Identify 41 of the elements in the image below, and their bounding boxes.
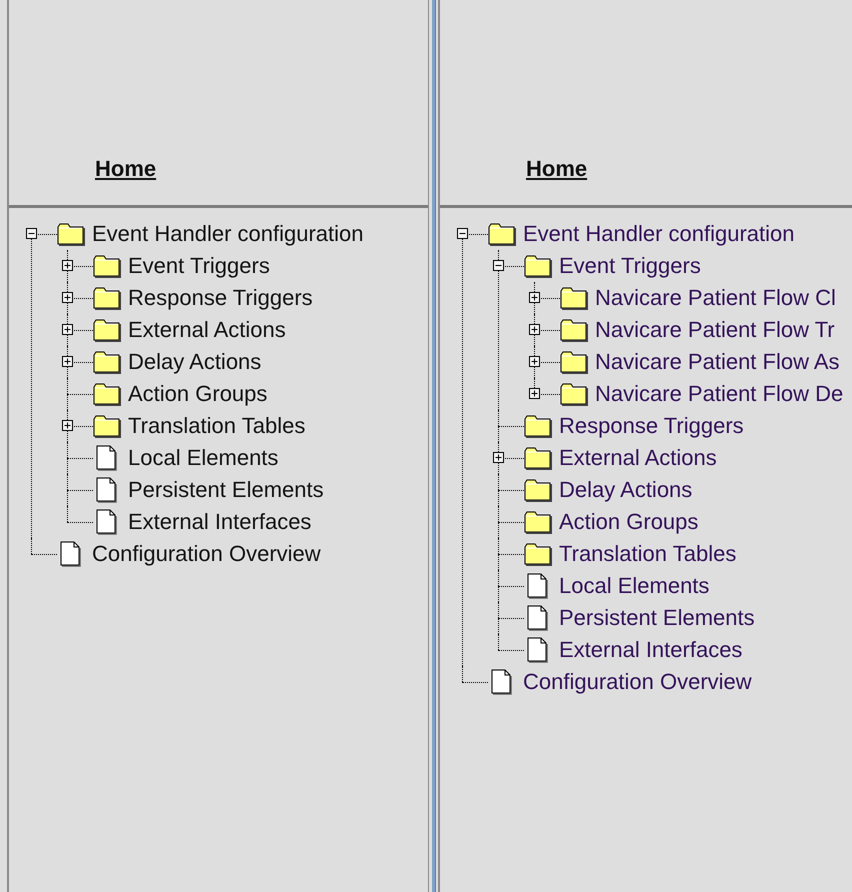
collapse-toggle[interactable] [457, 228, 468, 239]
tree-item[interactable]: Translation Tables [128, 415, 306, 437]
expand-toggle[interactable] [529, 356, 540, 367]
home-link[interactable]: Home [526, 152, 588, 185]
tree-item[interactable]: Translation Tables [559, 543, 736, 565]
expand-toggle[interactable] [529, 388, 540, 399]
tree-item[interactable]: Event Triggers [559, 255, 701, 277]
expand-toggle[interactable] [62, 260, 73, 271]
tree-item[interactable]: Action Groups [128, 383, 268, 405]
tree-item[interactable]: Configuration Overview [92, 543, 321, 565]
tree-item[interactable]: Navicare Patient Flow Cl [595, 287, 836, 309]
expand-toggle[interactable] [62, 420, 73, 431]
tree-item[interactable]: Configuration Overview [523, 671, 752, 693]
tree-item[interactable]: Delay Actions [559, 479, 692, 501]
expand-toggle[interactable] [493, 452, 504, 463]
tree-item[interactable]: Persistent Elements [559, 607, 755, 629]
home-link[interactable]: Home [95, 152, 156, 185]
tree-item[interactable]: Local Elements [128, 447, 278, 469]
tree-item[interactable]: Navicare Patient Flow De [595, 383, 844, 405]
tree-item[interactable]: Event Handler configuration [523, 223, 794, 245]
expand-toggle[interactable] [529, 292, 540, 303]
tree-item[interactable]: Local Elements [559, 575, 710, 597]
tree-item[interactable]: Action Groups [559, 511, 698, 533]
tree-item[interactable]: Response Triggers [559, 415, 744, 437]
tree-item[interactable]: Response Triggers [128, 287, 313, 309]
tree-item[interactable]: Event Triggers [128, 255, 270, 277]
tree-item[interactable]: External Interfaces [128, 511, 312, 533]
tree-item[interactable]: Persistent Elements [128, 479, 324, 501]
tree-item[interactable]: Navicare Patient Flow As [595, 351, 840, 373]
tree-item[interactable]: Navicare Patient Flow Tr [595, 319, 835, 341]
tree-item[interactable]: External Actions [559, 447, 717, 469]
tree-item[interactable]: External Interfaces [559, 639, 742, 661]
tree-item[interactable]: Delay Actions [128, 351, 262, 373]
expand-toggle[interactable] [62, 292, 73, 303]
tree-item[interactable]: External Actions [128, 319, 286, 341]
tree-item[interactable]: Event Handler configuration [92, 223, 364, 245]
collapse-toggle[interactable] [493, 260, 504, 271]
collapse-toggle[interactable] [26, 228, 37, 239]
expand-toggle[interactable] [529, 324, 540, 335]
expand-toggle[interactable] [62, 324, 73, 335]
expand-toggle[interactable] [62, 356, 73, 367]
